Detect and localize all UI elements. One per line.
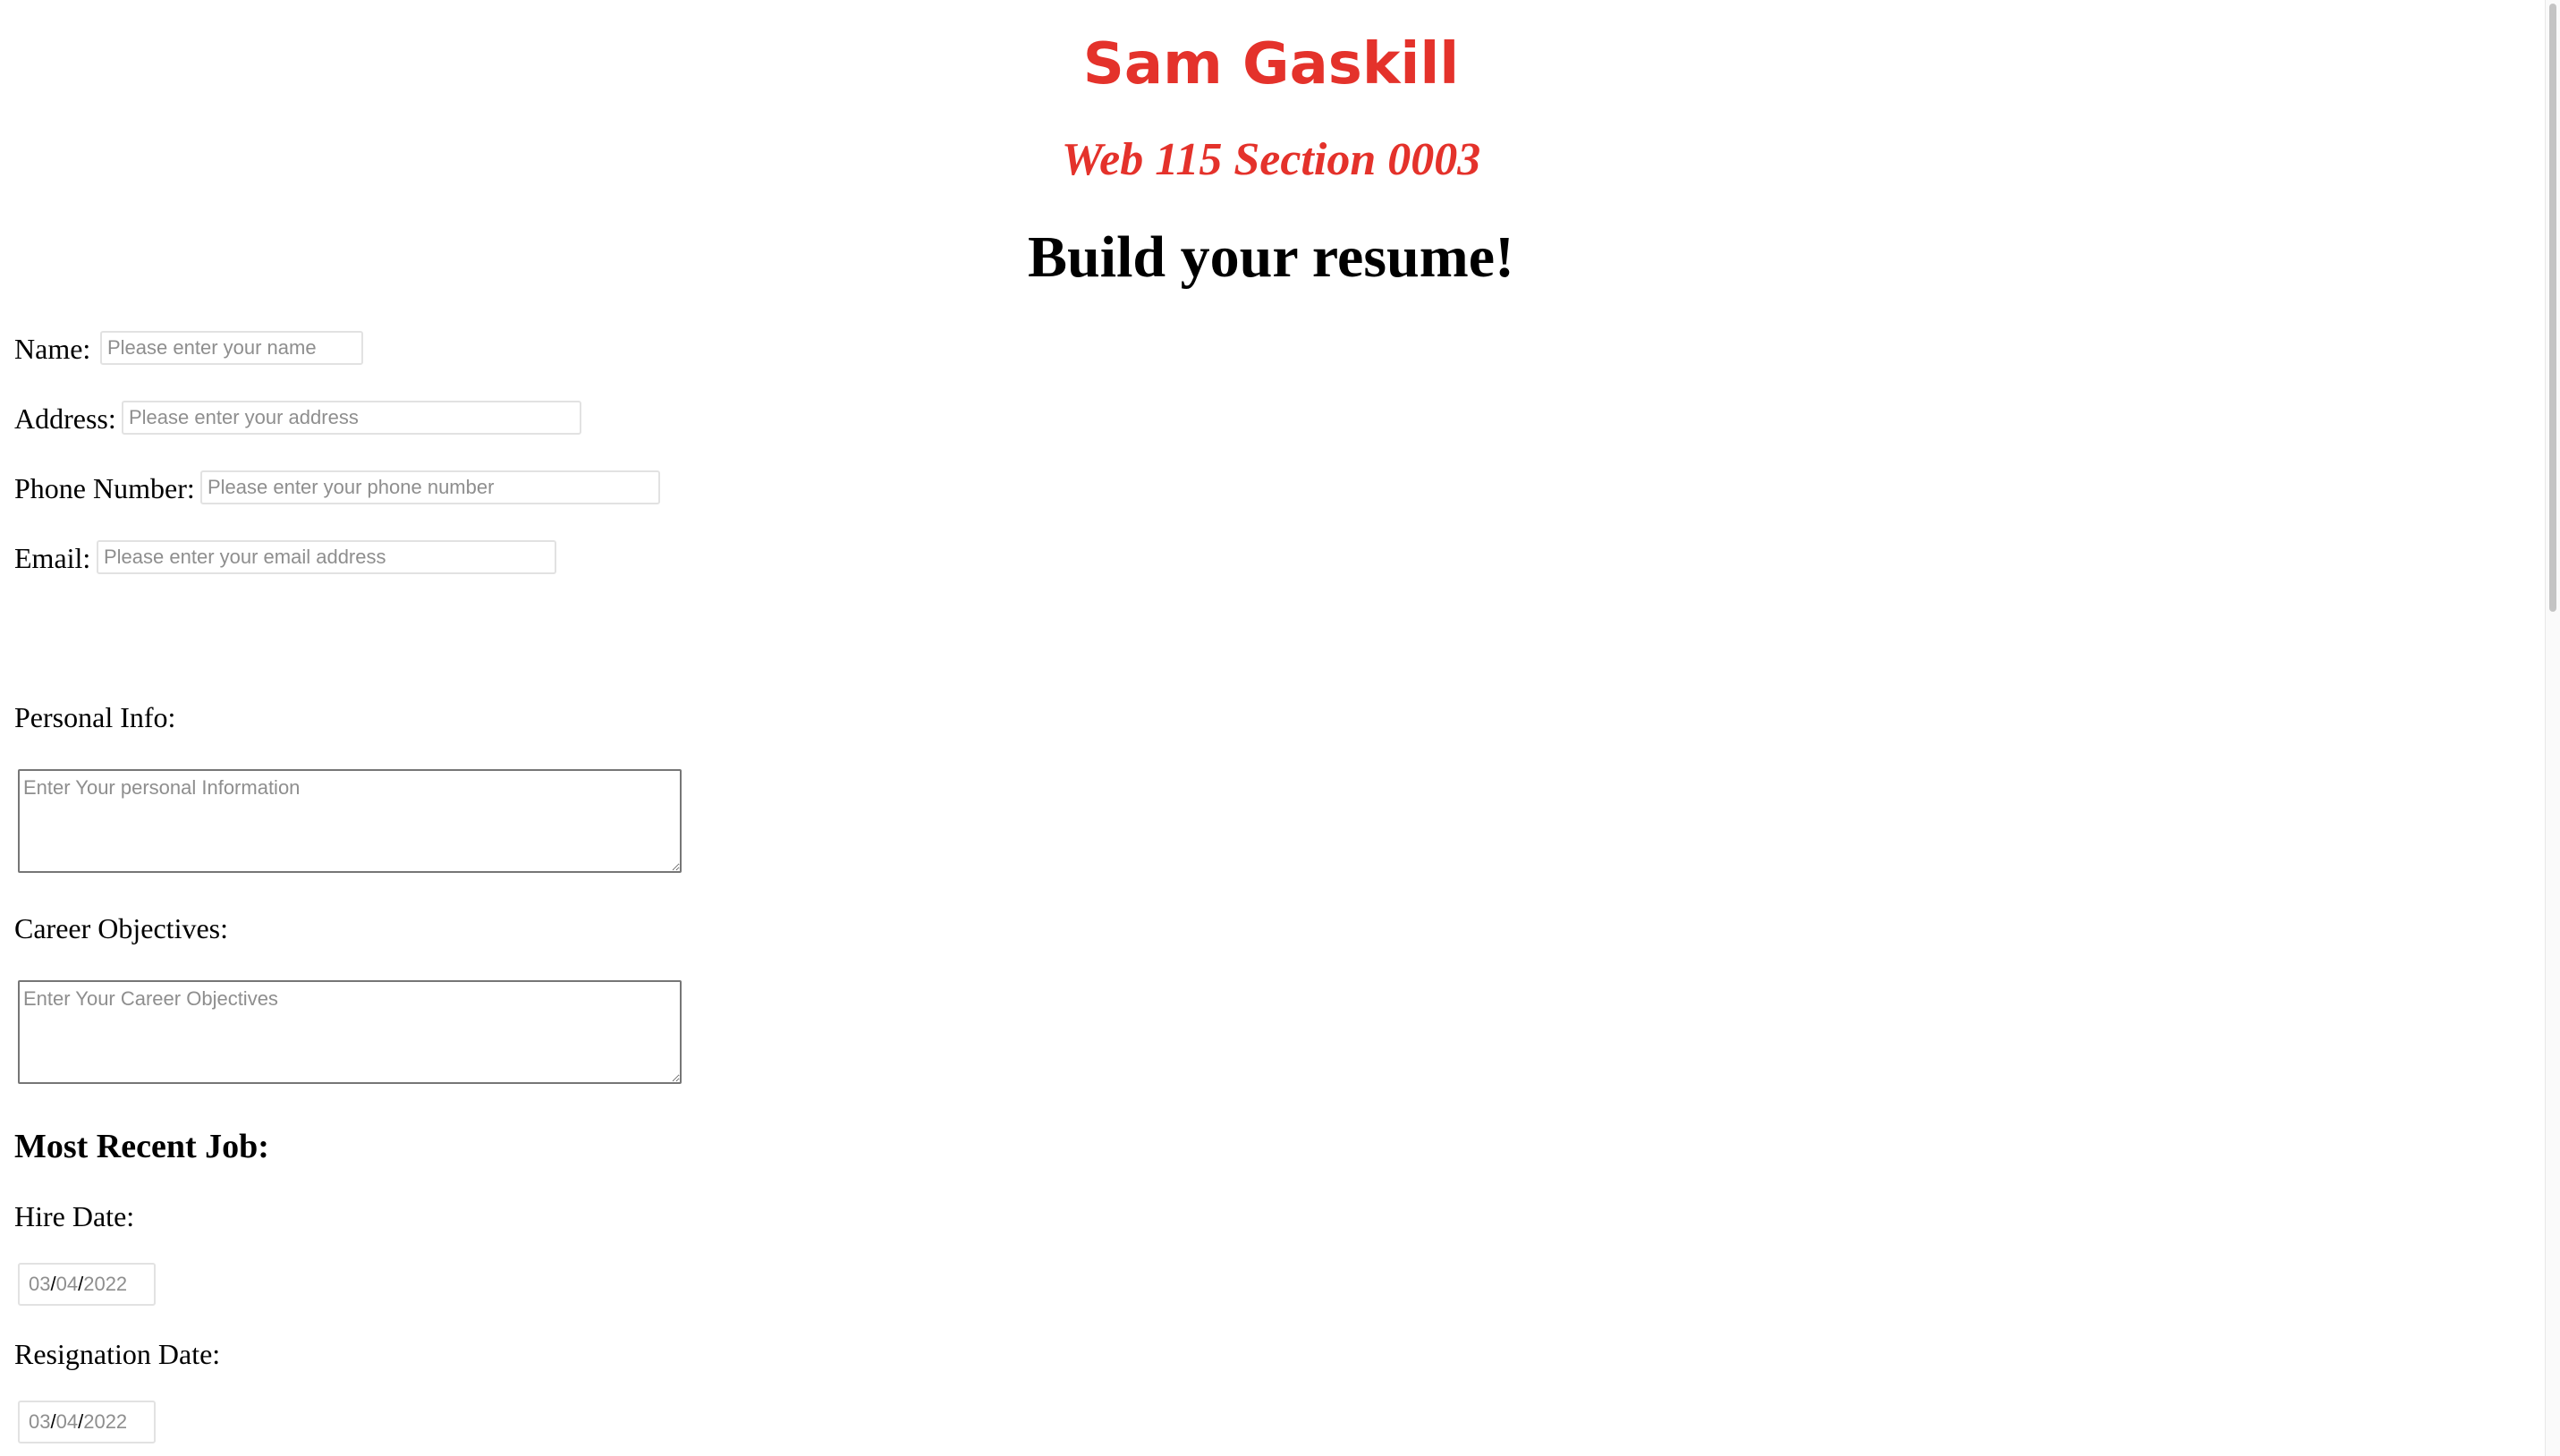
hire-date-day[interactable]: 04: [56, 1273, 78, 1295]
resignation-date-label: Resignation Date:: [14, 1338, 221, 1370]
email-label: Email:: [14, 542, 91, 574]
address-input[interactable]: [122, 401, 581, 435]
name-label: Name:: [14, 333, 91, 365]
resignation-date-month[interactable]: 03: [29, 1410, 50, 1433]
career-objectives-label: Career Objectives:: [14, 912, 228, 944]
hire-date-year[interactable]: 2022: [83, 1273, 127, 1295]
hire-date-label: Hire Date:: [14, 1200, 135, 1232]
resignation-date-day[interactable]: 04: [56, 1410, 78, 1433]
career-objectives-textarea[interactable]: [18, 980, 682, 1084]
resignation-date-input[interactable]: 03/04/2022: [18, 1401, 156, 1443]
scrollbar-thumb[interactable]: [2549, 4, 2556, 612]
personal-info-label: Personal Info:: [14, 701, 176, 733]
phone-number-input[interactable]: [200, 470, 660, 504]
phone-number-label: Phone Number:: [14, 472, 195, 504]
email-input[interactable]: [97, 540, 556, 574]
author-name-heading: Sam Gaskill: [1082, 31, 1460, 97]
personal-info-textarea[interactable]: [18, 769, 682, 873]
resignation-date-year[interactable]: 2022: [83, 1410, 127, 1433]
course-section-heading: Web 115 Section 0003: [1061, 134, 1481, 185]
most-recent-job-heading: Most Recent Job:: [14, 1128, 269, 1165]
vertical-scrollbar[interactable]: [2545, 0, 2560, 1456]
hire-date-input[interactable]: 03/04/2022: [18, 1263, 156, 1306]
name-input[interactable]: [100, 331, 363, 365]
hire-date-month[interactable]: 03: [29, 1273, 50, 1295]
page-title: Build your resume!: [1028, 224, 1514, 290]
address-label: Address:: [14, 402, 116, 435]
resume-builder-page: Sam Gaskill Web 115 Section 0003 Build y…: [0, 0, 2560, 1456]
